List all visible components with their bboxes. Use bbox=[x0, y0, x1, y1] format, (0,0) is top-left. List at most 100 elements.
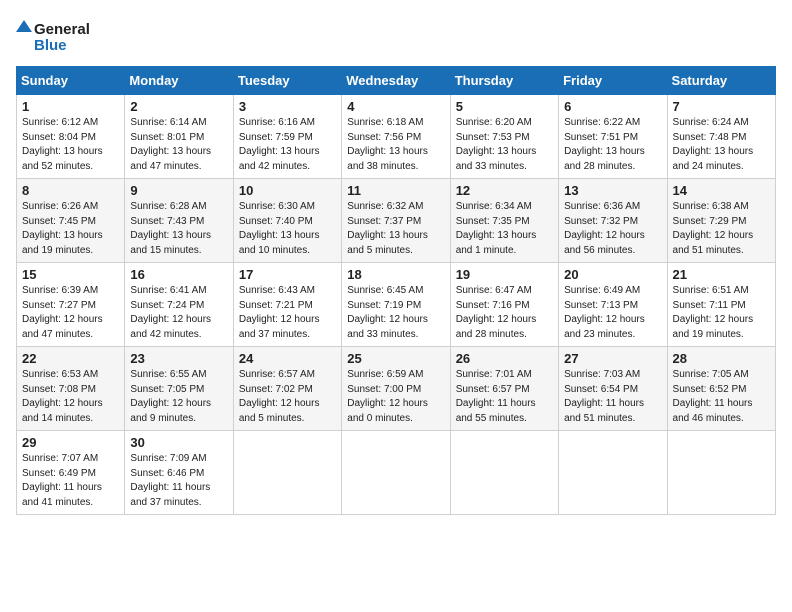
table-row: 13 Sunrise: 6:36 AMSunset: 7:32 PMDaylig… bbox=[559, 179, 667, 263]
day-number: 8 bbox=[22, 183, 119, 198]
table-row bbox=[342, 431, 450, 515]
day-number: 24 bbox=[239, 351, 336, 366]
day-info: Sunrise: 7:01 AMSunset: 6:57 PMDaylight:… bbox=[456, 368, 553, 426]
day-number: 9 bbox=[130, 183, 227, 198]
day-number: 11 bbox=[347, 183, 444, 198]
day-info: Sunrise: 6:20 AMSunset: 7:53 PMDaylight:… bbox=[456, 116, 553, 174]
day-info: Sunrise: 6:14 AMSunset: 8:01 PMDaylight:… bbox=[130, 116, 227, 174]
logo: General Blue bbox=[16, 16, 106, 56]
table-row: 16 Sunrise: 6:41 AMSunset: 7:24 PMDaylig… bbox=[125, 263, 233, 347]
table-row: 26 Sunrise: 7:01 AMSunset: 6:57 PMDaylig… bbox=[450, 347, 558, 431]
table-row: 21 Sunrise: 6:51 AMSunset: 7:11 PMDaylig… bbox=[667, 263, 775, 347]
table-row: 27 Sunrise: 7:03 AMSunset: 6:54 PMDaylig… bbox=[559, 347, 667, 431]
table-row: 10 Sunrise: 6:30 AMSunset: 7:40 PMDaylig… bbox=[233, 179, 341, 263]
col-saturday: Saturday bbox=[667, 67, 775, 95]
day-number: 2 bbox=[130, 99, 227, 114]
table-row: 2 Sunrise: 6:14 AMSunset: 8:01 PMDayligh… bbox=[125, 95, 233, 179]
day-info: Sunrise: 6:28 AMSunset: 7:43 PMDaylight:… bbox=[130, 200, 227, 258]
table-row: 25 Sunrise: 6:59 AMSunset: 7:00 PMDaylig… bbox=[342, 347, 450, 431]
day-info: Sunrise: 7:09 AMSunset: 6:46 PMDaylight:… bbox=[130, 452, 227, 510]
day-info: Sunrise: 6:55 AMSunset: 7:05 PMDaylight:… bbox=[130, 368, 227, 426]
day-number: 18 bbox=[347, 267, 444, 282]
table-row: 18 Sunrise: 6:45 AMSunset: 7:19 PMDaylig… bbox=[342, 263, 450, 347]
table-row: 12 Sunrise: 6:34 AMSunset: 7:35 PMDaylig… bbox=[450, 179, 558, 263]
calendar-header-row: Sunday Monday Tuesday Wednesday Thursday… bbox=[17, 67, 776, 95]
col-sunday: Sunday bbox=[17, 67, 125, 95]
table-row: 20 Sunrise: 6:49 AMSunset: 7:13 PMDaylig… bbox=[559, 263, 667, 347]
day-info: Sunrise: 6:57 AMSunset: 7:02 PMDaylight:… bbox=[239, 368, 336, 426]
day-number: 27 bbox=[564, 351, 661, 366]
day-info: Sunrise: 6:47 AMSunset: 7:16 PMDaylight:… bbox=[456, 284, 553, 342]
day-number: 19 bbox=[456, 267, 553, 282]
svg-text:Blue: Blue bbox=[34, 37, 67, 54]
table-row: 14 Sunrise: 6:38 AMSunset: 7:29 PMDaylig… bbox=[667, 179, 775, 263]
day-info: Sunrise: 6:22 AMSunset: 7:51 PMDaylight:… bbox=[564, 116, 661, 174]
table-row: 4 Sunrise: 6:18 AMSunset: 7:56 PMDayligh… bbox=[342, 95, 450, 179]
day-info: Sunrise: 6:32 AMSunset: 7:37 PMDaylight:… bbox=[347, 200, 444, 258]
day-info: Sunrise: 6:24 AMSunset: 7:48 PMDaylight:… bbox=[673, 116, 770, 174]
day-number: 10 bbox=[239, 183, 336, 198]
table-row: 19 Sunrise: 6:47 AMSunset: 7:16 PMDaylig… bbox=[450, 263, 558, 347]
table-row bbox=[233, 431, 341, 515]
day-number: 30 bbox=[130, 435, 227, 450]
table-row bbox=[559, 431, 667, 515]
calendar-week-row: 15 Sunrise: 6:39 AMSunset: 7:27 PMDaylig… bbox=[17, 263, 776, 347]
day-info: Sunrise: 6:45 AMSunset: 7:19 PMDaylight:… bbox=[347, 284, 444, 342]
svg-text:General: General bbox=[34, 21, 90, 38]
calendar-week-row: 22 Sunrise: 6:53 AMSunset: 7:08 PMDaylig… bbox=[17, 347, 776, 431]
table-row: 29 Sunrise: 7:07 AMSunset: 6:49 PMDaylig… bbox=[17, 431, 125, 515]
table-row: 11 Sunrise: 6:32 AMSunset: 7:37 PMDaylig… bbox=[342, 179, 450, 263]
day-number: 21 bbox=[673, 267, 770, 282]
day-number: 25 bbox=[347, 351, 444, 366]
table-row: 8 Sunrise: 6:26 AMSunset: 7:45 PMDayligh… bbox=[17, 179, 125, 263]
table-row: 7 Sunrise: 6:24 AMSunset: 7:48 PMDayligh… bbox=[667, 95, 775, 179]
day-number: 7 bbox=[673, 99, 770, 114]
day-number: 17 bbox=[239, 267, 336, 282]
day-info: Sunrise: 7:07 AMSunset: 6:49 PMDaylight:… bbox=[22, 452, 119, 510]
table-row: 5 Sunrise: 6:20 AMSunset: 7:53 PMDayligh… bbox=[450, 95, 558, 179]
table-row: 1 Sunrise: 6:12 AMSunset: 8:04 PMDayligh… bbox=[17, 95, 125, 179]
table-row bbox=[667, 431, 775, 515]
day-number: 3 bbox=[239, 99, 336, 114]
table-row: 28 Sunrise: 7:05 AMSunset: 6:52 PMDaylig… bbox=[667, 347, 775, 431]
day-info: Sunrise: 6:41 AMSunset: 7:24 PMDaylight:… bbox=[130, 284, 227, 342]
day-info: Sunrise: 6:34 AMSunset: 7:35 PMDaylight:… bbox=[456, 200, 553, 258]
day-number: 1 bbox=[22, 99, 119, 114]
day-number: 6 bbox=[564, 99, 661, 114]
calendar-table: Sunday Monday Tuesday Wednesday Thursday… bbox=[16, 66, 776, 515]
table-row: 17 Sunrise: 6:43 AMSunset: 7:21 PMDaylig… bbox=[233, 263, 341, 347]
day-info: Sunrise: 6:39 AMSunset: 7:27 PMDaylight:… bbox=[22, 284, 119, 342]
day-info: Sunrise: 6:59 AMSunset: 7:00 PMDaylight:… bbox=[347, 368, 444, 426]
day-number: 26 bbox=[456, 351, 553, 366]
day-number: 4 bbox=[347, 99, 444, 114]
calendar-week-row: 8 Sunrise: 6:26 AMSunset: 7:45 PMDayligh… bbox=[17, 179, 776, 263]
day-info: Sunrise: 6:43 AMSunset: 7:21 PMDaylight:… bbox=[239, 284, 336, 342]
day-info: Sunrise: 6:36 AMSunset: 7:32 PMDaylight:… bbox=[564, 200, 661, 258]
table-row: 24 Sunrise: 6:57 AMSunset: 7:02 PMDaylig… bbox=[233, 347, 341, 431]
col-thursday: Thursday bbox=[450, 67, 558, 95]
day-number: 14 bbox=[673, 183, 770, 198]
day-info: Sunrise: 6:18 AMSunset: 7:56 PMDaylight:… bbox=[347, 116, 444, 174]
col-tuesday: Tuesday bbox=[233, 67, 341, 95]
day-info: Sunrise: 6:49 AMSunset: 7:13 PMDaylight:… bbox=[564, 284, 661, 342]
table-row bbox=[450, 431, 558, 515]
day-info: Sunrise: 6:30 AMSunset: 7:40 PMDaylight:… bbox=[239, 200, 336, 258]
day-info: Sunrise: 7:03 AMSunset: 6:54 PMDaylight:… bbox=[564, 368, 661, 426]
day-number: 5 bbox=[456, 99, 553, 114]
day-info: Sunrise: 6:12 AMSunset: 8:04 PMDaylight:… bbox=[22, 116, 119, 174]
day-number: 29 bbox=[22, 435, 119, 450]
day-number: 28 bbox=[673, 351, 770, 366]
col-wednesday: Wednesday bbox=[342, 67, 450, 95]
col-friday: Friday bbox=[559, 67, 667, 95]
table-row: 3 Sunrise: 6:16 AMSunset: 7:59 PMDayligh… bbox=[233, 95, 341, 179]
day-info: Sunrise: 6:51 AMSunset: 7:11 PMDaylight:… bbox=[673, 284, 770, 342]
calendar-week-row: 29 Sunrise: 7:07 AMSunset: 6:49 PMDaylig… bbox=[17, 431, 776, 515]
day-number: 16 bbox=[130, 267, 227, 282]
page-header: General Blue bbox=[16, 16, 776, 56]
day-number: 20 bbox=[564, 267, 661, 282]
table-row: 30 Sunrise: 7:09 AMSunset: 6:46 PMDaylig… bbox=[125, 431, 233, 515]
day-info: Sunrise: 6:16 AMSunset: 7:59 PMDaylight:… bbox=[239, 116, 336, 174]
day-info: Sunrise: 6:38 AMSunset: 7:29 PMDaylight:… bbox=[673, 200, 770, 258]
day-info: Sunrise: 6:26 AMSunset: 7:45 PMDaylight:… bbox=[22, 200, 119, 258]
day-info: Sunrise: 7:05 AMSunset: 6:52 PMDaylight:… bbox=[673, 368, 770, 426]
